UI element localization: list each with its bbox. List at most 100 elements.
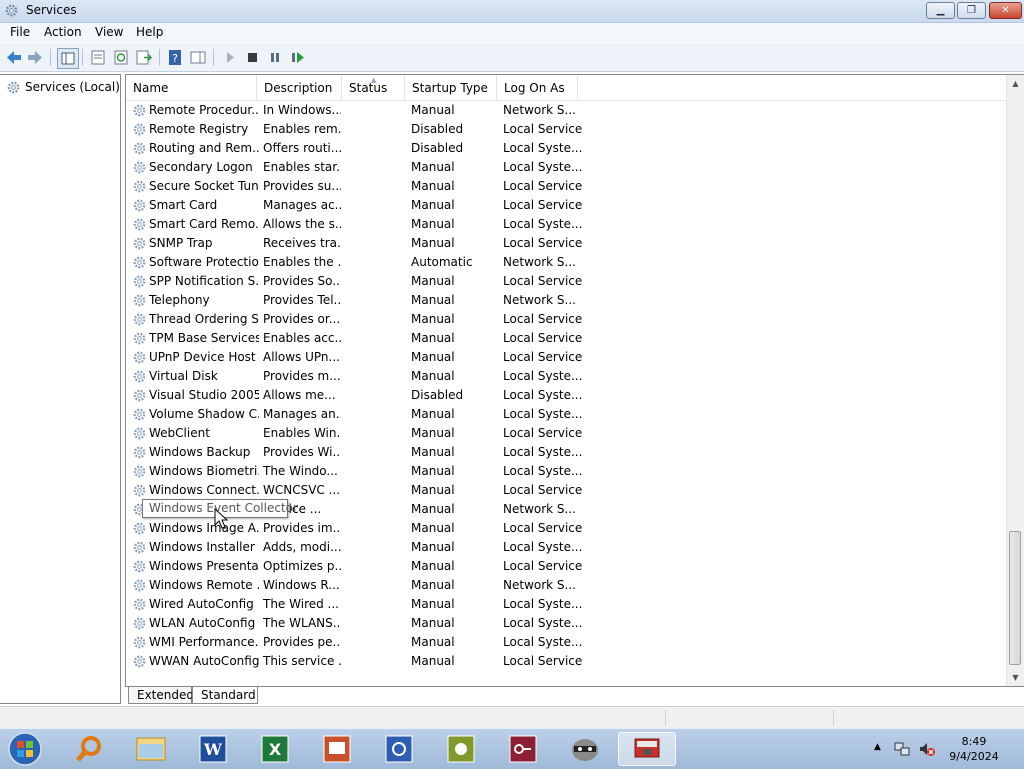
tree-item-label: Services (Local) <box>25 80 120 94</box>
service-startup-type: Manual <box>411 331 455 345</box>
service-gear-icon <box>133 484 146 497</box>
service-status <box>348 633 408 652</box>
column-log-on-as[interactable]: Log On As <box>497 75 578 100</box>
service-startup-type: Manual <box>411 502 455 516</box>
services-taskbar-button[interactable] <box>618 732 676 766</box>
network-icon[interactable] <box>893 740 911 758</box>
table-row[interactable]: Virtual Disk Provides m... Manual Local Sys… <box>126 367 1006 386</box>
table-row[interactable]: WWAN AutoConfig This service ... Manual Loc… <box>126 652 1006 671</box>
scroll-down-icon[interactable]: ▼ <box>1007 669 1024 686</box>
table-row[interactable]: UPnP Device Host Allows UPn... Manual Local… <box>126 348 1006 367</box>
show-action-pane-icon[interactable] <box>188 48 208 67</box>
tab-extended[interactable]: Extended <box>128 687 194 704</box>
column-startup-type[interactable]: Startup Type <box>405 75 497 100</box>
column-name[interactable]: Name <box>126 75 257 100</box>
table-row[interactable]: Windows Connect... WCNCSVC ... Manual Local… <box>126 481 1006 500</box>
menu-action[interactable]: Action <box>44 25 82 39</box>
refresh-icon[interactable] <box>111 48 131 67</box>
menu-help[interactable]: Help <box>136 25 163 39</box>
service-status <box>348 253 408 272</box>
service-log-on-as: Local Service <box>503 559 583 573</box>
service-status <box>348 348 408 367</box>
table-row[interactable]: Software Protection Enables the ... Automa… <box>126 253 1006 272</box>
services-gear-icon <box>5 4 18 17</box>
service-name: WWAN AutoConfig <box>149 654 259 668</box>
table-row[interactable]: Secondary Logon Enables star... Manual Loca… <box>126 158 1006 177</box>
clock-date: 9/4/2024 <box>949 750 999 763</box>
service-status <box>348 329 408 348</box>
svg-text:W: W <box>203 740 223 759</box>
column-description[interactable]: Description <box>257 75 342 100</box>
scroll-up-icon[interactable]: ▲ <box>1007 75 1024 92</box>
table-row[interactable]: Thread Ordering S... Provides or... Manual… <box>126 310 1006 329</box>
table-row[interactable]: Visual Studio 2005... Allows me... Disable… <box>126 386 1006 405</box>
pause-service-icon[interactable] <box>265 48 285 67</box>
table-row[interactable]: Remote Procedur... In Windows... Manual Net… <box>126 101 1006 120</box>
table-row[interactable]: Secure Socket Tun... Provides su... Manual… <box>126 177 1006 196</box>
minimize-button[interactable]: ▁ <box>926 2 955 19</box>
service-status <box>348 367 408 386</box>
clock[interactable]: 8:49 9/4/2024 <box>942 734 1006 764</box>
table-row[interactable]: Windows Backup Provides Wi... Manual Local … <box>126 443 1006 462</box>
back-icon[interactable] <box>4 48 24 67</box>
table-row[interactable]: WebClient Enables Win... Manual Local Servi… <box>126 424 1006 443</box>
table-row[interactable]: Wired AutoConfig The Wired ... Manual Local… <box>126 595 1006 614</box>
vertical-scrollbar[interactable]: ▲ ▼ <box>1006 75 1024 686</box>
menu-view[interactable]: View <box>95 25 123 39</box>
table-row[interactable]: Windows Installer Adds, modi... Manual Loca… <box>126 538 1006 557</box>
start-button-icon[interactable] <box>6 731 44 767</box>
table-row[interactable]: Windows Presenta... Optimizes p... Manual L… <box>126 557 1006 576</box>
menu-file[interactable]: File <box>10 25 30 39</box>
service-gear-icon <box>133 104 146 117</box>
service-status <box>348 652 408 671</box>
table-row[interactable]: SNMP Trap Receives tra... Manual Local Serv… <box>126 234 1006 253</box>
show-hide-console-tree-icon[interactable] <box>57 48 79 69</box>
table-row[interactable]: WMI Performance... Provides pe... Manual Lo… <box>126 633 1006 652</box>
word-icon[interactable]: W <box>191 732 235 766</box>
publisher-icon[interactable] <box>439 732 483 766</box>
table-row[interactable]: TPM Base Services Enables acc... Manual Loc… <box>126 329 1006 348</box>
powerpoint-icon[interactable] <box>315 732 359 766</box>
table-row[interactable]: Smart Card Remo... Allows the s... Manual L… <box>126 215 1006 234</box>
restore-button[interactable]: ❐ <box>957 2 986 19</box>
table-row[interactable]: Windows Remote ... Windows R... Manual Netw… <box>126 576 1006 595</box>
properties-icon[interactable] <box>88 48 108 67</box>
search-icon[interactable] <box>67 732 111 766</box>
table-row[interactable]: SPP Notification S... Provides So... Manua… <box>126 272 1006 291</box>
start-service-icon[interactable] <box>220 48 240 67</box>
service-description: Offers routi... <box>263 141 341 155</box>
excel-icon[interactable]: X <box>253 732 297 766</box>
raccoon-icon[interactable] <box>563 732 607 766</box>
export-list-icon[interactable] <box>134 48 154 67</box>
explorer-icon[interactable] <box>129 732 173 766</box>
stop-service-icon[interactable] <box>242 48 262 67</box>
service-status <box>348 614 408 633</box>
service-name: SPP Notification S... <box>149 274 259 288</box>
service-startup-type: Manual <box>411 616 455 630</box>
service-startup-type: Manual <box>411 217 455 231</box>
help-icon[interactable]: ? <box>165 48 185 67</box>
table-row[interactable]: Remote Registry Enables rem... Disabled Loc… <box>126 120 1006 139</box>
service-description: Provides su... <box>263 179 341 193</box>
toolbar: ? <box>0 44 1024 72</box>
table-row[interactable]: Windows Image A... Provides im... Manual Lo… <box>126 519 1006 538</box>
table-row[interactable]: Telephony Provides Tel... Manual Network S.… <box>126 291 1006 310</box>
restart-service-icon[interactable] <box>288 48 308 67</box>
tab-standard[interactable]: Standard <box>192 687 258 704</box>
table-row[interactable]: Smart Card Manages ac... Manual Local Servi… <box>126 196 1006 215</box>
table-row[interactable]: Volume Shadow C... Manages an... Manual Loc… <box>126 405 1006 424</box>
volume-muted-icon[interactable] <box>918 740 936 758</box>
table-row[interactable]: WLAN AutoConfig The WLANS... Manual Local S… <box>126 614 1006 633</box>
service-description: Enables rem... <box>263 122 341 136</box>
service-log-on-as: Local Syste... <box>503 160 583 174</box>
forward-icon[interactable] <box>25 48 45 67</box>
visio-icon[interactable] <box>377 732 421 766</box>
table-row[interactable]: Windows Biometri... The Windo... Manual Loc… <box>126 462 1006 481</box>
service-status <box>348 234 408 253</box>
access-icon[interactable] <box>501 732 545 766</box>
scrollbar-thumb[interactable] <box>1009 531 1021 665</box>
service-gear-icon <box>133 161 146 174</box>
close-button[interactable]: ✕ <box>989 2 1022 19</box>
table-row[interactable]: Routing and Rem... Offers routi... Disable… <box>126 139 1006 158</box>
show-hidden-icons-icon[interactable]: ▲ <box>874 742 881 752</box>
